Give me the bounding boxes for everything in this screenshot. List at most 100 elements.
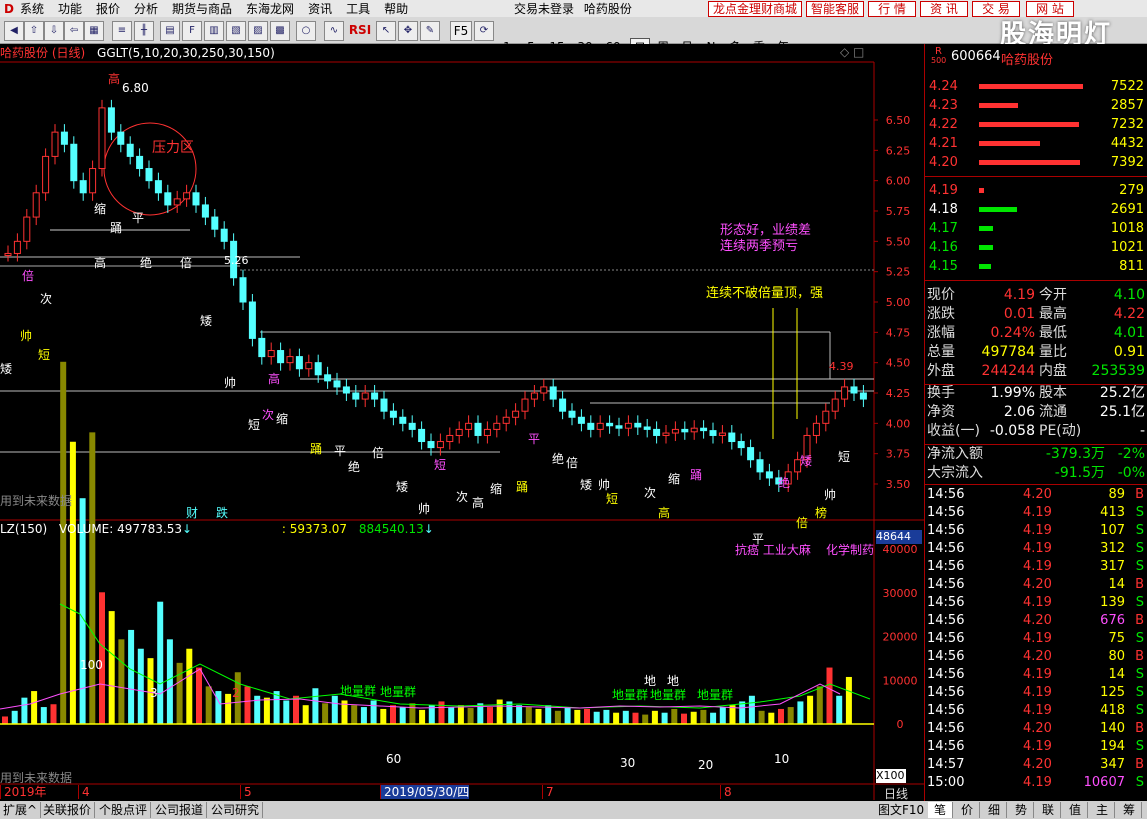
rsi-button[interactable]: RSI bbox=[348, 21, 372, 39]
stat-label: 总量 bbox=[927, 344, 955, 360]
stat-value: 0.01 bbox=[1003, 306, 1035, 322]
candle-body bbox=[465, 422, 473, 430]
kline-icon[interactable]: ╫ bbox=[134, 21, 154, 41]
bottom-tab-4[interactable]: 公司研究 bbox=[208, 802, 264, 818]
quote-tab-6[interactable]: 主 bbox=[1090, 802, 1115, 818]
menu-item-5[interactable]: 东海龙网 bbox=[246, 0, 294, 17]
move-icon[interactable]: ✥ bbox=[398, 21, 418, 41]
menu-item-1[interactable]: 功能 bbox=[58, 0, 82, 17]
chart-controls[interactable]: ◇ □ bbox=[840, 45, 864, 59]
bid-price: 4.16 bbox=[929, 240, 958, 255]
volume-bar bbox=[710, 712, 717, 724]
volume-bar bbox=[448, 707, 455, 724]
volume-bar bbox=[137, 648, 144, 724]
top-button-2[interactable]: 行 情 bbox=[868, 1, 916, 17]
pen-icon[interactable]: ✎ bbox=[420, 21, 440, 41]
candle-body bbox=[577, 416, 585, 424]
candle-body bbox=[408, 422, 416, 430]
tick-row: 14:56 4.20 80 B bbox=[925, 648, 1147, 665]
quote-tab-2[interactable]: 细 bbox=[982, 802, 1007, 818]
volume-bar bbox=[467, 708, 474, 724]
quote-tab-1[interactable]: 价 bbox=[955, 802, 980, 818]
tick-price: 4.20 bbox=[1023, 613, 1052, 628]
tool-icon-5[interactable]: ▨ bbox=[248, 21, 268, 41]
tick-volume: 413 bbox=[1100, 505, 1125, 520]
candle-body bbox=[333, 380, 341, 388]
volume-bar bbox=[564, 707, 571, 724]
back-icon[interactable]: ◀ bbox=[4, 21, 24, 41]
signal-label: 高 bbox=[472, 496, 485, 510]
kline-chart[interactable]: 6.50 6.25 6.00 5.75 5.50 5.25 5.00 4.75 4.50 4.25… bbox=[0, 44, 924, 813]
bottom-tab-2[interactable]: 个股点评 bbox=[96, 802, 152, 818]
volume-bar bbox=[593, 711, 600, 724]
menu-item-6[interactable]: 资讯 bbox=[308, 0, 332, 17]
divider bbox=[925, 384, 1147, 385]
stat-label: 最低 bbox=[1039, 325, 1067, 341]
quote-tab-3[interactable]: 势 bbox=[1009, 802, 1034, 818]
tool-icon-6[interactable]: ▩ bbox=[270, 21, 290, 41]
ask-row: 4.24 7522 bbox=[925, 78, 1147, 96]
tool-icon-1[interactable]: ▤ bbox=[160, 21, 180, 41]
list-icon[interactable]: ≡ bbox=[112, 21, 132, 41]
menu-item-8[interactable]: 帮助 bbox=[384, 0, 408, 17]
f10-tab[interactable]: 图文F10 bbox=[874, 802, 930, 818]
signal-label: 绝 bbox=[552, 452, 565, 466]
volume-bar bbox=[545, 705, 552, 724]
volume-bar bbox=[186, 648, 193, 724]
f5-button[interactable]: F5 bbox=[450, 21, 472, 41]
chart-line-icon[interactable]: ∿ bbox=[324, 21, 344, 41]
volume-bar bbox=[128, 629, 135, 724]
bottom-tab-1[interactable]: 关联报价 bbox=[40, 802, 96, 818]
menu-item-2[interactable]: 报价 bbox=[96, 0, 120, 17]
tick-row: 14:57 4.20 347 B bbox=[925, 756, 1147, 773]
menu-item-7[interactable]: 工具 bbox=[346, 0, 370, 17]
tick-row: 14:56 4.20 140 B bbox=[925, 720, 1147, 737]
bid-volume-bar bbox=[979, 245, 994, 250]
tool-icon-4[interactable]: ▧ bbox=[226, 21, 246, 41]
top-button-1[interactable]: 智能客服 bbox=[806, 1, 864, 17]
stock-name: 哈药股份 bbox=[1001, 53, 1054, 68]
quote-tab-0[interactable]: 笔 bbox=[928, 802, 953, 818]
tick-row: 14:56 4.19 194 S bbox=[925, 738, 1147, 755]
signal-label: 缩 bbox=[94, 202, 107, 216]
volume-bar bbox=[574, 709, 581, 724]
top-button-3[interactable]: 资 讯 bbox=[920, 1, 968, 17]
signal-label: 高 bbox=[658, 506, 671, 520]
flow-value: -379.3万 bbox=[1045, 446, 1105, 462]
candle-body bbox=[42, 155, 50, 194]
quote-tab-5[interactable]: 值 bbox=[1063, 802, 1088, 818]
signal-label: 倍 bbox=[372, 446, 385, 460]
left-icon[interactable]: ⇦ bbox=[64, 21, 84, 41]
down-icon[interactable]: ⇩ bbox=[44, 21, 64, 41]
quote-tab-4[interactable]: 联 bbox=[1036, 802, 1061, 818]
quote-tab-7[interactable]: 筹 bbox=[1117, 802, 1142, 818]
candle-body bbox=[239, 277, 247, 303]
top-button-0[interactable]: 龙点金理财商城 bbox=[708, 1, 802, 17]
circle-icon[interactable]: ○ bbox=[296, 21, 316, 41]
app-logo-icon: D bbox=[4, 1, 14, 16]
tick-time: 14:56 bbox=[927, 541, 965, 556]
bottom-tab-0[interactable]: 扩展^ bbox=[0, 802, 42, 818]
menu-item-3[interactable]: 分析 bbox=[134, 0, 158, 17]
volume-bar bbox=[700, 709, 707, 724]
refresh-icon[interactable]: ⟳ bbox=[474, 21, 494, 41]
volume-label: 地量群 bbox=[380, 685, 417, 699]
stat2-value: - bbox=[1139, 423, 1145, 439]
bottom-tab-3[interactable]: 公司报道 bbox=[152, 802, 208, 818]
up-icon[interactable]: ⇧ bbox=[24, 21, 44, 41]
grid-icon[interactable]: ▦ bbox=[84, 21, 104, 41]
ask-volume-bar bbox=[979, 141, 1041, 146]
volume-bar bbox=[31, 691, 38, 724]
candle-body bbox=[342, 386, 350, 394]
menu-item-4[interactable]: 期货与商品 bbox=[172, 0, 232, 17]
cursor-icon[interactable]: ↖ bbox=[376, 21, 396, 41]
menu-item-0[interactable]: 系统 bbox=[20, 0, 44, 17]
tool-icon-3[interactable]: ▥ bbox=[204, 21, 224, 41]
tick-price: 4.19 bbox=[1023, 775, 1052, 790]
candle-body bbox=[201, 204, 209, 218]
bid-volume-bar bbox=[979, 188, 984, 193]
tick-row: 14:56 4.19 312 S bbox=[925, 540, 1147, 557]
date-label-1: 4 bbox=[78, 785, 90, 799]
login-status: 交易未登录 bbox=[514, 2, 575, 16]
f10-icon[interactable]: F bbox=[182, 21, 202, 41]
